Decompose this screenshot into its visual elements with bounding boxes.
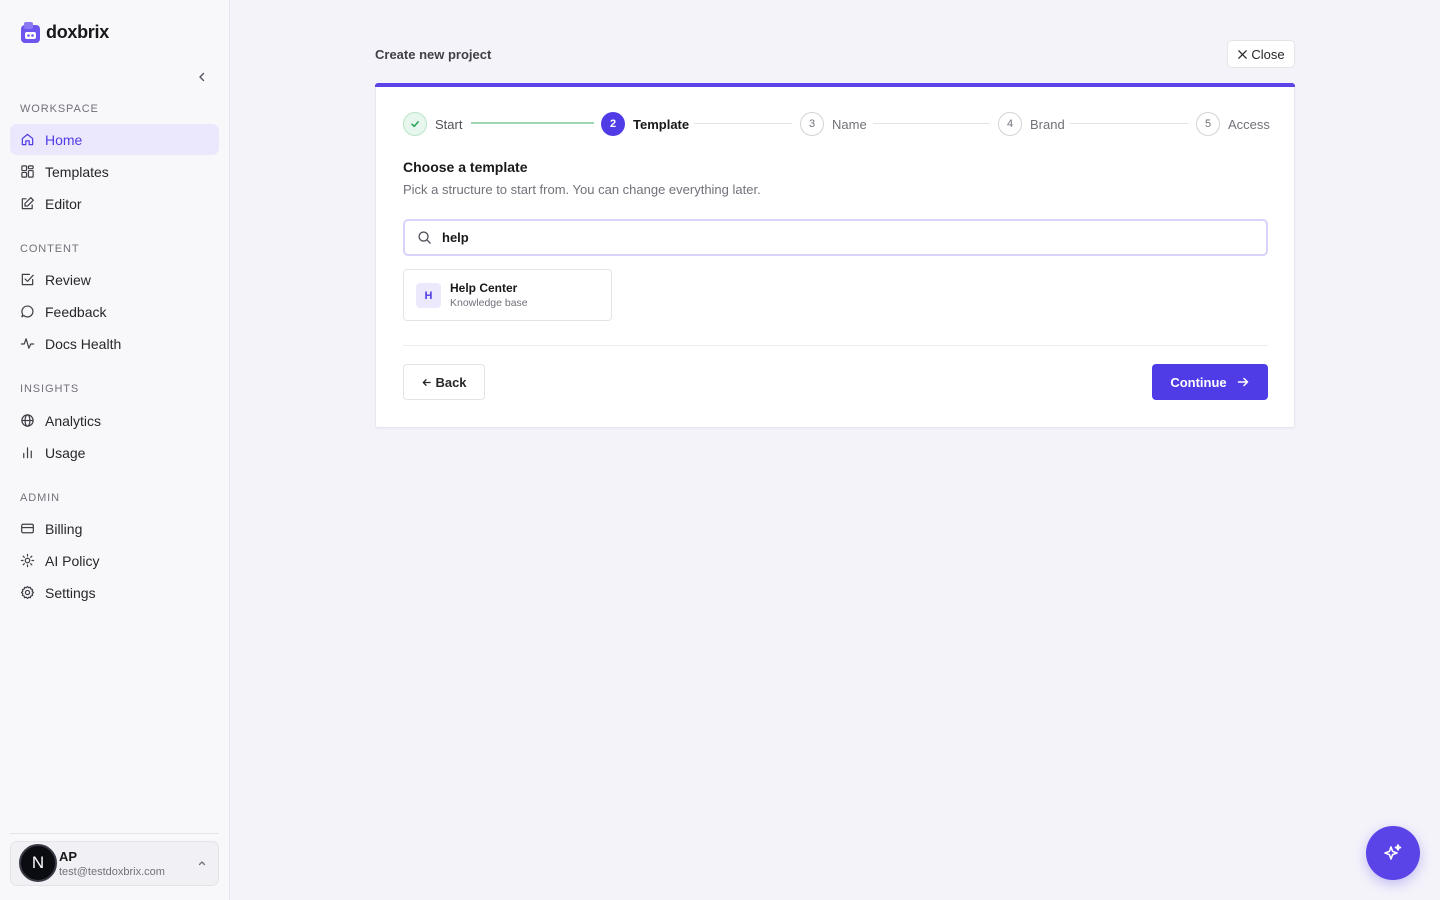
logo-icon xyxy=(21,22,40,43)
wizard-accent-bar xyxy=(375,83,1295,87)
app-name: doxbrix xyxy=(46,22,109,42)
nav-section-insights: INSIGHTS Analytics Usage xyxy=(10,381,219,468)
step-label: Access xyxy=(1228,116,1270,132)
sidebar: doxbrix WORKSPACE Home Templates Editor … xyxy=(0,0,230,900)
nav-heading: CONTENT xyxy=(20,243,80,255)
step-connector xyxy=(1070,123,1188,124)
sidebar-item-label: Feedback xyxy=(45,303,107,320)
sidebar-item-label: AI Policy xyxy=(45,552,100,569)
nav-heading: INSIGHTS xyxy=(20,383,80,395)
sidebar-item-billing[interactable]: Billing xyxy=(10,513,219,544)
search-input[interactable] xyxy=(442,230,1242,245)
template-description: Knowledge base xyxy=(450,297,528,309)
edit-icon xyxy=(21,197,34,210)
sidebar-item-label: Docs Health xyxy=(45,335,122,352)
step-label: Name xyxy=(832,116,867,132)
step-number: 2 xyxy=(601,112,625,136)
message-circle-icon xyxy=(21,305,34,318)
step-circle xyxy=(403,112,427,136)
section-title: Choose a template xyxy=(403,159,528,175)
arrow-left-icon xyxy=(423,378,432,386)
close-button[interactable]: Close xyxy=(1227,40,1295,68)
search-icon xyxy=(418,231,431,244)
gear-icon xyxy=(20,585,35,600)
sidebar-item-docs-health[interactable]: Docs Health xyxy=(10,328,219,359)
step-template[interactable]: 2 Template xyxy=(601,112,689,136)
step-name[interactable]: 3 Name xyxy=(800,112,867,136)
card-divider xyxy=(403,345,1268,346)
sidebar-item-review[interactable]: Review xyxy=(10,264,219,295)
section-subtitle: Pick a structure to start from. You can … xyxy=(403,182,761,197)
back-label: Back xyxy=(435,374,467,390)
continue-label: Continue xyxy=(1170,374,1227,390)
continue-button[interactable]: Continue xyxy=(1152,364,1268,400)
bar-chart-icon xyxy=(23,447,32,459)
template-card-help-center[interactable]: H Help Center Knowledge base xyxy=(403,269,612,321)
globe-icon xyxy=(21,414,34,427)
nav-section-workspace: WORKSPACE Home Templates Editor xyxy=(10,101,219,219)
sidebar-divider xyxy=(10,833,219,834)
step-connector xyxy=(873,123,990,124)
check-icon xyxy=(411,121,419,128)
avatar: N xyxy=(19,844,57,882)
sidebar-item-feedback[interactable]: Feedback xyxy=(10,296,219,327)
step-connector xyxy=(471,122,594,124)
arrow-right-icon xyxy=(1237,377,1248,387)
nav-section-content: CONTENT Review Feedback Docs Health xyxy=(10,241,219,359)
sidebar-item-editor[interactable]: Editor xyxy=(10,188,219,219)
page-title: Create new project xyxy=(375,47,492,62)
user-initials: AP xyxy=(59,849,78,864)
step-connector xyxy=(694,123,792,124)
user-menu[interactable]: N AP test@testdoxbrix.com xyxy=(10,841,219,886)
sidebar-item-label: Usage xyxy=(45,444,86,461)
user-email: test@testdoxbrix.com xyxy=(59,866,165,878)
nav-heading: WORKSPACE xyxy=(20,103,99,115)
sidebar-item-settings[interactable]: Settings xyxy=(10,577,219,608)
sidebar-item-label: Billing xyxy=(45,520,83,537)
nav-heading: ADMIN xyxy=(20,492,60,504)
sidebar-item-label: Editor xyxy=(45,195,82,212)
ai-assistant-button[interactable] xyxy=(1366,826,1420,880)
sidebar-item-label: Templates xyxy=(45,163,109,180)
step-label: Brand xyxy=(1030,116,1065,132)
home-icon xyxy=(21,133,34,146)
step-start[interactable]: Start xyxy=(403,112,462,136)
collapse-sidebar-button[interactable] xyxy=(193,68,211,86)
sidebar-item-home[interactable]: Home xyxy=(10,124,219,155)
chevron-left-icon xyxy=(199,72,205,82)
sidebar-item-label: Home xyxy=(45,131,83,148)
template-badge: H xyxy=(416,283,441,308)
app-logo[interactable]: doxbrix xyxy=(20,21,109,44)
step-brand[interactable]: 4 Brand xyxy=(998,112,1065,136)
step-number: 4 xyxy=(998,112,1022,136)
step-access[interactable]: 5 Access xyxy=(1196,112,1270,136)
step-label: Template xyxy=(633,116,690,132)
wizard-card: Start 2 Template 3 Name 4 Brand 5 Access… xyxy=(375,83,1295,428)
sparkles-icon xyxy=(1384,844,1402,860)
step-label: Start xyxy=(435,116,463,132)
sidebar-item-analytics[interactable]: Analytics xyxy=(10,405,219,436)
sidebar-item-label: Settings xyxy=(45,584,96,601)
close-icon xyxy=(1238,49,1248,59)
close-label: Close xyxy=(1251,46,1285,62)
sidebar-item-templates[interactable]: Templates xyxy=(10,156,219,187)
nav-section-admin: ADMIN Billing AI Policy Settings xyxy=(10,490,219,608)
grid-icon xyxy=(21,165,34,178)
activity-icon xyxy=(20,338,35,349)
back-button[interactable]: Back xyxy=(403,364,485,400)
sidebar-item-label: Review xyxy=(45,271,91,288)
sidebar-item-usage[interactable]: Usage xyxy=(10,437,219,468)
step-number: 3 xyxy=(800,112,824,136)
sun-icon xyxy=(20,553,35,568)
template-name: Help Center xyxy=(450,281,518,295)
sidebar-item-label: Analytics xyxy=(45,412,102,429)
credit-card-icon xyxy=(21,523,34,534)
sidebar-item-ai-policy[interactable]: AI Policy xyxy=(10,545,219,576)
step-number: 5 xyxy=(1196,112,1220,136)
check-square-icon xyxy=(21,273,34,286)
template-search xyxy=(403,219,1268,256)
chevron-up-icon xyxy=(198,861,206,866)
